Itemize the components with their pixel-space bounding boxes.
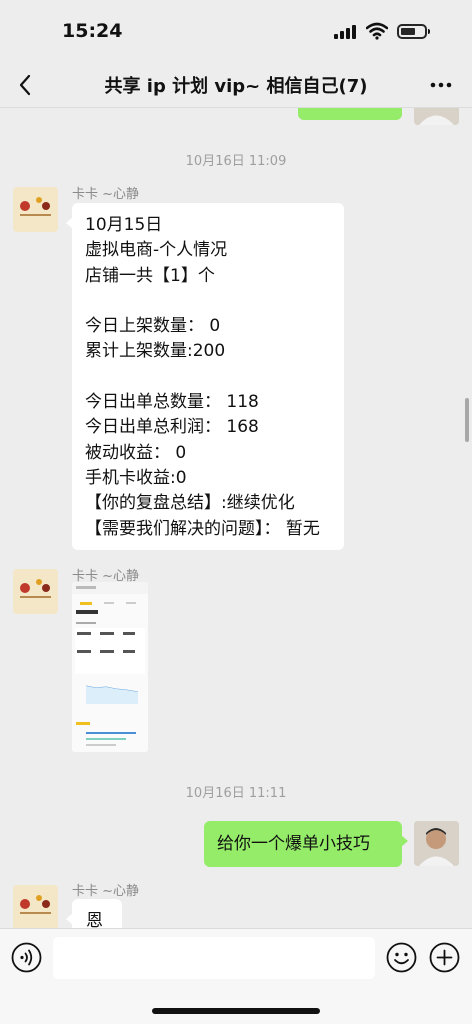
timestamp: 10月16日 11:11 bbox=[185, 786, 287, 801]
sender-avatar[interactable] bbox=[13, 569, 58, 614]
person-avatar-icon bbox=[414, 108, 459, 125]
battery-icon bbox=[397, 24, 427, 39]
timestamp: 10月16日 11:09 bbox=[185, 154, 287, 169]
image-message-thumbnail[interactable] bbox=[72, 582, 148, 752]
wifi-icon bbox=[366, 22, 388, 40]
message-input[interactable] bbox=[53, 937, 375, 979]
nav-bar: 共享 ip 计划 vip~ 相信自己(7) bbox=[0, 62, 472, 108]
plus-icon[interactable] bbox=[429, 942, 460, 973]
outgoing-message[interactable]: 给你一个爆单小技巧 bbox=[204, 821, 408, 867]
incoming-message-partial[interactable]: 恩 bbox=[66, 899, 122, 928]
battery-tip bbox=[428, 29, 430, 34]
person-avatar-icon bbox=[414, 821, 459, 866]
dashboard-screenshot-image bbox=[72, 582, 148, 752]
emoji-icon[interactable] bbox=[386, 942, 417, 973]
voice-icon[interactable] bbox=[11, 942, 42, 973]
previous-outgoing-bubble[interactable] bbox=[298, 108, 402, 120]
status-time: 15:24 bbox=[62, 20, 123, 42]
incoming-report-message[interactable]: 10月15日 虚拟电商-个人情况 店铺一共【1】个 今日上架数量： 0 累计上架… bbox=[66, 203, 344, 550]
cellular-signal-icon bbox=[334, 25, 358, 39]
home-indicator bbox=[152, 1008, 320, 1014]
back-arrow-icon[interactable] bbox=[14, 72, 40, 98]
shop-logo-icon bbox=[13, 885, 58, 928]
outgoing-message-text: 给你一个爆单小技巧 bbox=[217, 834, 370, 854]
more-dots-icon[interactable] bbox=[428, 72, 454, 98]
shop-logo-icon bbox=[13, 569, 58, 614]
sender-avatar[interactable] bbox=[13, 885, 58, 928]
scrollbar-thumb[interactable] bbox=[465, 398, 469, 442]
sender-name: 卡卡 ~心静 bbox=[72, 187, 140, 202]
chat-title: 共享 ip 计划 vip~ 相信自己(7) bbox=[104, 76, 368, 97]
shop-logo-icon bbox=[13, 187, 58, 232]
status-bar: 15:24 bbox=[0, 0, 472, 62]
message-list[interactable]: 10月16日 11:09 卡卡 ~心静 10月15日 虚拟电商-个人情况 店铺一… bbox=[0, 108, 472, 928]
my-avatar[interactable] bbox=[414, 821, 459, 866]
sender-name: 卡卡 ~心静 bbox=[72, 884, 140, 899]
sender-avatar[interactable] bbox=[13, 187, 58, 232]
my-avatar-top[interactable] bbox=[414, 108, 459, 125]
